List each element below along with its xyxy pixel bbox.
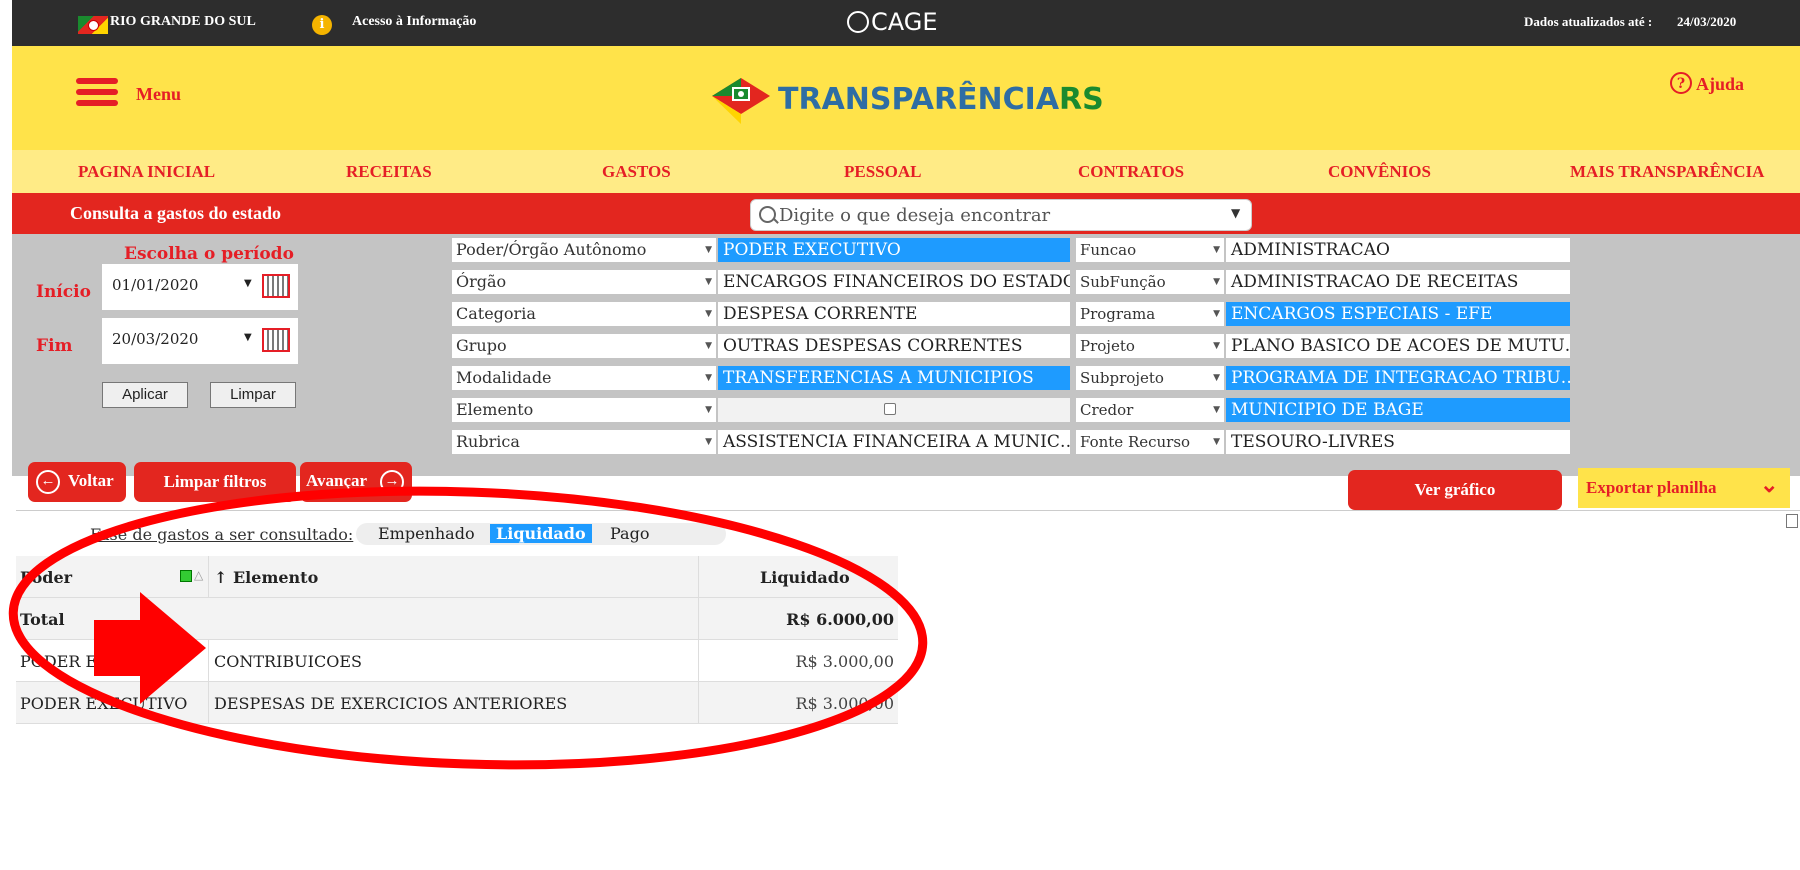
end-label: Fim [36, 336, 73, 356]
filter-label-elemento[interactable]: Elemento ▼ [452, 398, 716, 422]
chevron-down-icon[interactable]: ▼ [705, 398, 712, 422]
export-spreadsheet-button[interactable]: Exportar planilha ⌄ [1578, 468, 1790, 508]
chevron-down-icon[interactable]: ▼ [705, 238, 712, 262]
clear-button[interactable]: Limpar [210, 382, 296, 408]
main-nav: PAGINA INICIAL RECEITAS GASTOS PESSOAL C… [12, 150, 1800, 193]
chevron-down-icon[interactable]: ▼ [244, 332, 252, 343]
access-info-link[interactable]: Acesso à Informação [352, 14, 476, 30]
apply-button[interactable]: Aplicar [102, 382, 188, 408]
filter-label-projeto[interactable]: Projeto ▼ [1076, 334, 1224, 358]
calendar-icon[interactable] [262, 328, 290, 352]
chevron-down-icon[interactable]: ▼ [705, 302, 712, 326]
header: Menu TRANSPARÊNCIARS ? Ajuda [12, 46, 1800, 150]
end-date-value: 20/03/2020 [112, 330, 199, 348]
chevron-down-icon[interactable]: ▼ [705, 270, 712, 294]
cage-circle-icon [847, 11, 869, 33]
updated-date: 24/03/2020 [1677, 14, 1737, 29]
search-select[interactable]: Digite o que deseja encontrar ▼ [750, 199, 1252, 231]
end-date-picker[interactable]: 20/03/2020 ▼ [102, 318, 298, 364]
chevron-down-icon[interactable]: ▼ [705, 430, 712, 454]
start-date-picker[interactable]: 01/01/2020 ▼ [102, 264, 298, 310]
filter-value-orgao[interactable]: ENCARGOS FINANCEIROS DO ESTADO [718, 270, 1070, 294]
period-title: Escolha o período [124, 244, 294, 264]
chevron-down-icon[interactable]: ▼ [1213, 270, 1220, 294]
filter-value-poder[interactable]: PODER EXECUTIVO [718, 238, 1070, 262]
filter-label-grupo[interactable]: Grupo ▼ [452, 334, 716, 358]
filter-label-programa[interactable]: Programa ▼ [1076, 302, 1224, 326]
filter-value-subprojeto[interactable]: PROGRAMA DE INTEGRACAO TRIBU… [1226, 366, 1570, 390]
filter-value-rubrica[interactable]: ASSISTENCIA FINANCEIRA A MUNIC… [718, 430, 1070, 454]
filter-label-credor[interactable]: Credor ▼ [1076, 398, 1224, 422]
chevron-down-icon[interactable]: ▼ [1213, 430, 1220, 454]
cage-logo[interactable]: CAGE [847, 8, 938, 36]
nav-receitas[interactable]: RECEITAS [346, 162, 432, 182]
filter-value-modalidade[interactable]: TRANSFERENCIAS A MUNICIPIOS [718, 366, 1070, 390]
help-link[interactable]: Ajuda [1696, 74, 1744, 95]
start-date-value: 01/01/2020 [112, 276, 199, 294]
filter-value-funcao[interactable]: ADMINISTRACAO [1226, 238, 1570, 262]
search-placeholder: Digite o que deseja encontrar [779, 205, 1051, 226]
help-icon[interactable]: ? [1670, 72, 1692, 94]
nav-pagina-inicial[interactable]: PAGINA INICIAL [78, 162, 215, 182]
filter-value-elemento[interactable] [718, 398, 1070, 422]
page-title: Consulta a gastos do estado [70, 203, 282, 223]
top-bar: RIO GRANDE DO SUL i Acesso à Informação … [12, 0, 1800, 46]
chevron-down-icon[interactable]: ▼ [1231, 206, 1240, 220]
menu-hamburger-icon[interactable] [76, 78, 118, 106]
logo-text[interactable]: TRANSPARÊNCIARS [778, 82, 1104, 117]
filter-label-modalidade[interactable]: Modalidade ▼ [452, 366, 716, 390]
menu-label[interactable]: Menu [136, 84, 181, 105]
chevron-down-icon[interactable]: ▼ [1213, 366, 1220, 390]
nav-pessoal[interactable]: PESSOAL [844, 162, 921, 182]
filter-panel: Escolha o período Início 01/01/2020 ▼ Fi… [12, 234, 1800, 476]
red-arrow-icon [94, 592, 206, 704]
checkbox-icon[interactable] [884, 403, 896, 415]
filter-label-orgao[interactable]: Órgão ▼ [452, 270, 716, 294]
filter-label-subfuncao[interactable]: SubFunção ▼ [1076, 270, 1224, 294]
filter-value-categoria[interactable]: DESPESA CORRENTE [718, 302, 1070, 326]
filter-value-projeto[interactable]: PLANO BASICO DE ACOES DE MUTU… [1226, 334, 1570, 358]
state-link[interactable]: RIO GRANDE DO SUL [110, 14, 256, 30]
filter-value-programa[interactable]: ENCARGOS ESPECIAIS - EFE [1226, 302, 1570, 326]
nav-convenios[interactable]: CONVÊNIOS [1328, 162, 1431, 182]
nav-contratos[interactable]: CONTRATOS [1078, 162, 1184, 182]
nav-gastos[interactable]: GASTOS [602, 162, 671, 182]
updated-label: Dados atualizados até : [1524, 14, 1653, 29]
chevron-down-icon[interactable]: ▼ [1213, 334, 1220, 358]
cage-text: CAGE [871, 8, 938, 36]
start-label: Início [36, 282, 91, 302]
filter-label-categoria[interactable]: Categoria ▼ [452, 302, 716, 326]
filter-label-poder[interactable]: Poder/Órgão Autônomo ▼ [452, 238, 716, 262]
nav-mais-transparencia[interactable]: MAIS TRANSPARÊNCIA [1570, 162, 1764, 182]
title-band: Consulta a gastos do estado Digite o que… [12, 193, 1800, 234]
transparencia-logo-icon [712, 78, 770, 124]
filter-label-funcao[interactable]: Funcao ▼ [1076, 238, 1224, 262]
filter-value-credor[interactable]: MUNICIPIO DE BAGE [1226, 398, 1570, 422]
info-icon[interactable]: i [312, 15, 332, 35]
chevron-down-icon[interactable]: ▼ [1213, 302, 1220, 326]
chevron-down-icon[interactable]: ▼ [705, 334, 712, 358]
chevron-down-icon[interactable]: ▼ [705, 366, 712, 390]
filter-value-fonte-recurso[interactable]: TESOURO-LIVRES [1226, 430, 1570, 454]
calendar-icon[interactable] [262, 274, 290, 298]
view-chart-button[interactable]: Ver gráfico [1348, 470, 1562, 510]
document-icon[interactable] [1786, 514, 1798, 528]
filter-label-rubrica[interactable]: Rubrica ▼ [452, 430, 716, 454]
filter-value-grupo[interactable]: OUTRAS DESPESAS CORRENTES [718, 334, 1070, 358]
filter-value-subfuncao[interactable]: ADMINISTRACAO DE RECEITAS [1226, 270, 1570, 294]
chevron-down-icon[interactable]: ▼ [1213, 398, 1220, 422]
filter-label-fonte-recurso[interactable]: Fonte Recurso ▼ [1076, 430, 1224, 454]
filter-label-subprojeto[interactable]: Subprojeto ▼ [1076, 366, 1224, 390]
rs-flag-icon [78, 16, 108, 34]
search-icon [759, 206, 776, 223]
chevron-down-icon[interactable]: ▼ [244, 278, 252, 289]
chevron-down-icon[interactable]: ▼ [1213, 238, 1220, 262]
chevron-down-icon: ⌄ [1760, 472, 1779, 497]
